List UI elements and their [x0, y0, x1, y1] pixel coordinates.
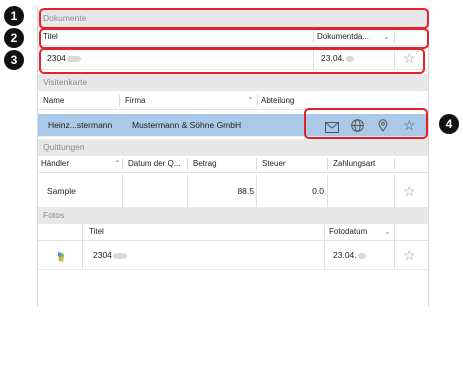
callout-box-4	[304, 108, 428, 139]
fotos-column-header: Titel Fotodatum ⌄	[38, 224, 428, 241]
fotos-titel-cell: 2304	[93, 241, 127, 269]
chevron-up-icon[interactable]: ⌃	[247, 93, 254, 109]
column-divider	[394, 158, 395, 170]
column-steuer[interactable]: Steuer	[262, 156, 286, 172]
callout-badge-4: 4	[439, 114, 459, 134]
section-header-quittungen: Quittungen	[38, 139, 428, 156]
star-icon[interactable]: ☆	[403, 241, 416, 269]
column-haendler[interactable]: Händler	[41, 156, 69, 172]
fotos-datum-cell: 23.04.	[333, 241, 366, 269]
column-firma[interactable]: Firma	[125, 93, 145, 109]
cell-divider	[122, 175, 123, 207]
visitenkarte-firma-cell: Mustermann & Söhne GmbH	[132, 120, 242, 130]
chevron-up-icon[interactable]: ⌃	[114, 156, 121, 172]
chevron-down-icon[interactable]: ⌄	[384, 224, 391, 240]
cell-divider	[82, 241, 83, 269]
callout-badge-3: 3	[4, 50, 24, 70]
cell-divider	[394, 175, 395, 207]
column-divider	[257, 95, 258, 107]
section-header-visitenkarte: Visitenkarte	[38, 74, 428, 91]
column-divider	[327, 158, 328, 170]
column-titel[interactable]: Titel	[89, 224, 104, 240]
fotos-datum-text: 23.04.	[333, 250, 357, 260]
cell-divider	[187, 175, 188, 207]
column-divider	[122, 158, 123, 170]
cell-divider	[394, 241, 395, 269]
star-icon[interactable]: ☆	[403, 175, 416, 207]
callout-box-1	[39, 8, 429, 29]
callout-box-3	[39, 48, 425, 74]
callout-badge-1: 1	[4, 6, 24, 26]
quittungen-column-header: Händler ⌃ Datum der Q... Betrag Steuer Z…	[38, 156, 428, 173]
column-datum[interactable]: Datum der Q...	[128, 156, 180, 172]
quittungen-row[interactable]: Sample 88.5 0.0 ☆	[38, 175, 428, 208]
column-name[interactable]: Name	[43, 93, 64, 109]
quittungen-haendler-cell: Sample	[47, 186, 76, 196]
column-divider	[82, 226, 83, 238]
column-betrag[interactable]: Betrag	[193, 156, 217, 172]
section-header-fotos: Fotos	[38, 207, 428, 224]
fotos-row[interactable]: 2304 23.04. ☆	[38, 241, 428, 270]
callout-badge-2: 2	[4, 28, 24, 48]
quittungen-betrag-cell: 88.5	[237, 186, 254, 196]
column-abteilung[interactable]: Abteilung	[261, 93, 294, 109]
photo-thumbnail-icon	[56, 249, 66, 271]
column-fotodatum[interactable]: Fotodatum	[329, 224, 367, 240]
column-divider	[394, 226, 395, 238]
column-zahlungsart[interactable]: Zahlungsart	[333, 156, 375, 172]
column-divider	[187, 158, 188, 170]
redacted-text	[112, 252, 127, 259]
cell-divider	[327, 175, 328, 207]
redacted-text	[357, 252, 366, 259]
callout-box-2	[39, 28, 429, 49]
quittungen-steuer-cell: 0.0	[312, 186, 324, 196]
column-divider	[324, 226, 325, 238]
cell-divider	[256, 175, 257, 207]
column-divider	[256, 158, 257, 170]
column-divider	[119, 95, 120, 107]
fotos-titel-text: 2304	[93, 250, 112, 260]
cell-divider	[324, 241, 325, 269]
visitenkarte-name-cell: Heinz...stermann	[48, 120, 113, 130]
